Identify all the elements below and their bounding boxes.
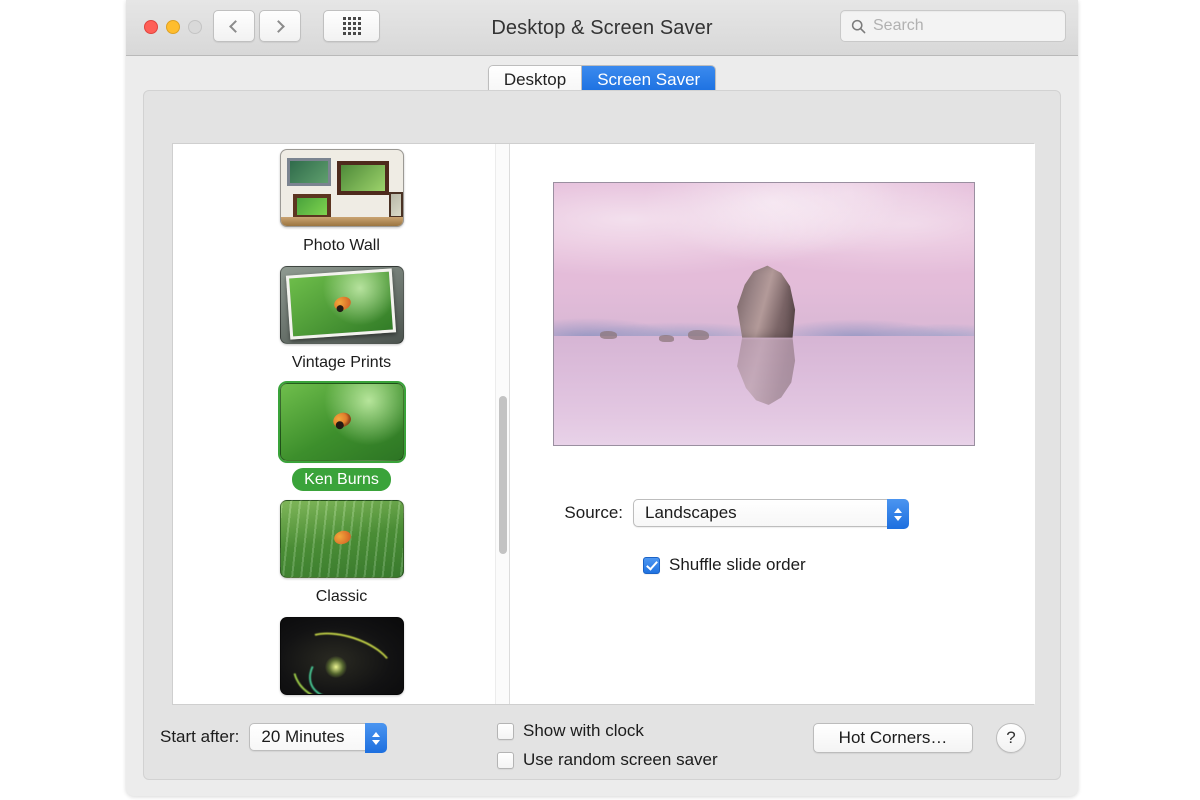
screen-saver-preview[interactable] [553, 182, 975, 446]
window-titlebar: Desktop & Screen Saver Search [126, 0, 1078, 56]
start-after-label: Start after: [160, 727, 240, 746]
list-item-label: Classic [315, 588, 368, 605]
source-label: Source: [564, 503, 623, 522]
source-value: Landscapes [645, 503, 737, 522]
list-item[interactable]: Photo Wall [173, 144, 509, 257]
vintage-prints-thumbnail [279, 266, 404, 344]
list-item-label: Vintage Prints [291, 354, 392, 371]
show-with-clock-label: Show with clock [523, 721, 644, 740]
list-scrollbar[interactable] [495, 144, 509, 704]
ken-burns-thumbnail [279, 383, 404, 461]
hot-corners-button[interactable]: Hot Corners… [813, 723, 973, 753]
search-icon [851, 19, 866, 33]
shuffle-slide-order-row[interactable]: Shuffle slide order [643, 555, 806, 575]
use-random-screen-saver-row[interactable]: Use random screen saver [497, 750, 718, 770]
bottom-bar: Start after: 20 Minutes Show with clock [144, 711, 1062, 781]
system-preferences-window: Desktop & Screen Saver Search Desktop Sc… [126, 0, 1078, 796]
preview-pane: Source: Landscapes Shuffle slide order [511, 144, 1035, 704]
start-after-value: 20 Minutes [261, 727, 345, 746]
show-with-clock-row[interactable]: Show with clock [497, 721, 718, 741]
shuffle-checkbox[interactable] [643, 556, 660, 574]
list-item[interactable]: Classic [173, 491, 509, 608]
start-after-dropdown[interactable]: 20 Minutes [249, 723, 388, 753]
help-button[interactable]: ? [996, 723, 1026, 753]
list-item-label: Ken Burns [292, 468, 391, 491]
photo-wall-thumbnail [279, 149, 404, 227]
search-field[interactable]: Search [840, 10, 1066, 42]
screen-saver-list-inner: Photo Wall Vintage Prints Ken Burns Clas… [173, 144, 509, 704]
use-random-screen-saver-label: Use random screen saver [523, 750, 718, 769]
list-item-label: Photo Wall [303, 237, 380, 254]
use-random-screen-saver-checkbox[interactable] [497, 751, 514, 769]
bottom-checkboxes: Show with clock Use random screen saver [497, 721, 718, 770]
list-item-selected[interactable]: Ken Burns [173, 374, 509, 491]
classic-thumbnail [279, 500, 404, 578]
stepper-arrows-icon[interactable] [365, 723, 388, 753]
source-row: Source: Landscapes [511, 499, 1035, 529]
list-item-label: Flurry [309, 702, 374, 704]
start-after-row: Start after: 20 Minutes [160, 723, 388, 753]
flurry-thumbnail [279, 617, 404, 695]
list-item[interactable]: Vintage Prints [173, 257, 509, 374]
content-panes: Photo Wall Vintage Prints Ken Burns Clas… [172, 143, 1035, 705]
stepper-arrows-icon[interactable] [887, 499, 909, 529]
list-item[interactable]: Flurry [173, 608, 509, 704]
search-placeholder: Search [873, 17, 924, 34]
source-dropdown[interactable]: Landscapes [633, 499, 909, 529]
screen-saver-list[interactable]: Photo Wall Vintage Prints Ken Burns Clas… [173, 144, 510, 704]
scrollbar-thumb[interactable] [499, 396, 507, 554]
show-with-clock-checkbox[interactable] [497, 722, 514, 740]
shuffle-label: Shuffle slide order [669, 555, 806, 574]
preferences-card: Photo Wall Vintage Prints Ken Burns Clas… [143, 90, 1061, 780]
